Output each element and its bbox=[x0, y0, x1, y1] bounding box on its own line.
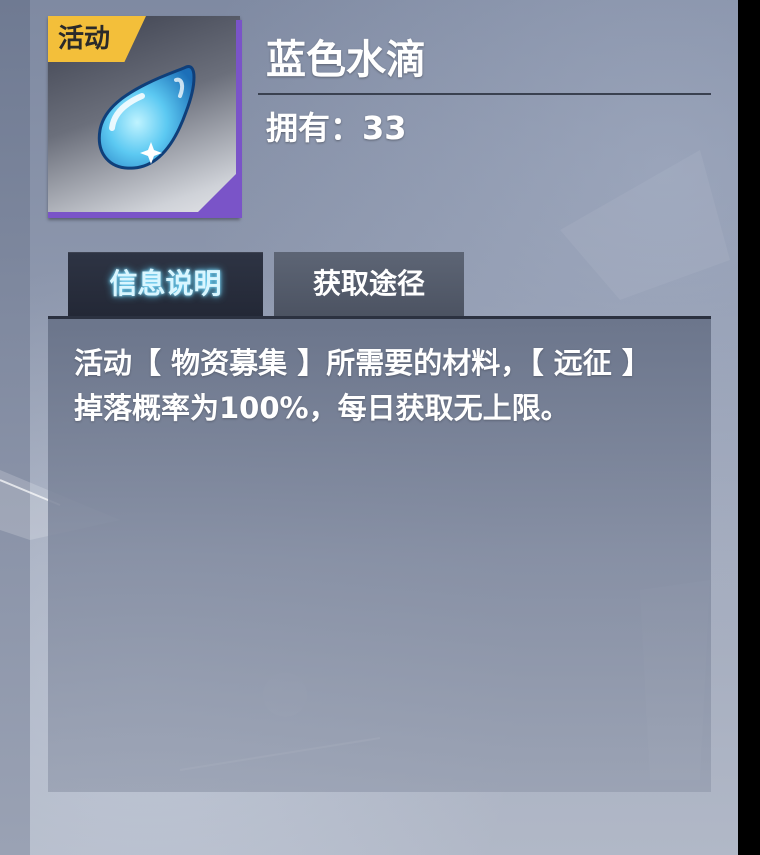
tab-source[interactable]: 获取途径 bbox=[274, 252, 464, 316]
owned-count: 33 bbox=[362, 109, 407, 147]
panel-left-strip bbox=[0, 0, 30, 855]
description-text: 活动【 物资募集 】所需要的材料，【 远征 】掉落概率为100%，每日获取无上限… bbox=[74, 346, 651, 425]
stage: 活动 蓝色水滴 拥有：33 信息说明 获取途径 活动【 物资募集 】所需要的材料… bbox=[0, 0, 760, 855]
item-detail-panel: 活动 蓝色水滴 拥有：33 信息说明 获取途径 活动【 物资募集 】所需要的材料… bbox=[0, 0, 738, 855]
owned-label: 拥有： bbox=[266, 109, 363, 147]
name-divider bbox=[258, 93, 711, 95]
owned-count-row: 拥有：33 bbox=[266, 106, 407, 150]
item-name: 蓝色水滴 bbox=[266, 37, 426, 83]
description-box: 活动【 物资募集 】所需要的材料，【 远征 】掉落概率为100%，每日获取无上限… bbox=[48, 316, 711, 792]
tab-info[interactable]: 信息说明 bbox=[68, 252, 263, 316]
